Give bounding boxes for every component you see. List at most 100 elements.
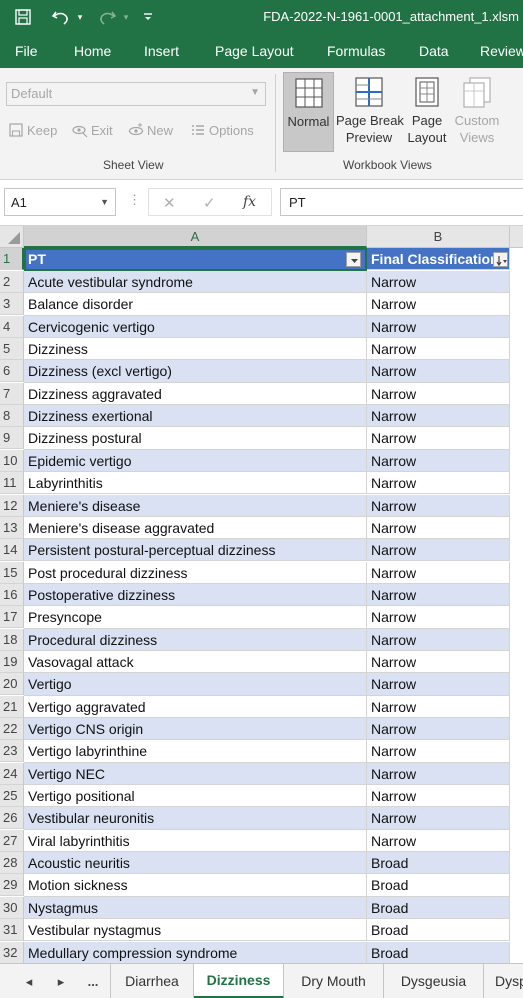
cell-classification[interactable]: Narrow	[367, 293, 510, 316]
cell-classification[interactable]: Narrow	[367, 829, 510, 853]
cell-pt[interactable]: Persistent postural-perceptual dizziness	[24, 539, 367, 562]
row-header[interactable]: 10	[0, 449, 24, 472]
row-header[interactable]: 23	[0, 740, 24, 763]
cell-classification[interactable]: Broad	[367, 941, 510, 963]
column-header-b[interactable]: B	[367, 226, 510, 248]
cell-classification[interactable]: Narrow	[367, 516, 510, 540]
cell-pt[interactable]: Postoperative dizziness	[24, 583, 367, 607]
cell-classification[interactable]: Narrow	[367, 271, 510, 294]
row-header[interactable]: 5	[0, 338, 24, 361]
column-header-a[interactable]: A	[24, 226, 367, 248]
row-header[interactable]: 32	[0, 941, 24, 963]
spreadsheet-grid[interactable]: A B 1 PT Final Classification 2 Acute ves…	[0, 226, 523, 963]
row-header[interactable]: 1	[0, 248, 24, 270]
sheet-tab-dry-mouth[interactable]: Dry Mouth	[284, 964, 384, 998]
options-button[interactable]: Options	[190, 120, 254, 140]
cell-classification[interactable]: Narrow	[367, 673, 510, 696]
cell-pt[interactable]: Vertigo aggravated	[24, 695, 367, 718]
row-header[interactable]: 14	[0, 539, 24, 562]
cell-classification[interactable]: Narrow	[367, 472, 510, 495]
cell-pt[interactable]: Dizziness	[24, 338, 367, 361]
cell-pt[interactable]: Dizziness exertional	[24, 405, 367, 428]
sheet-tab-dysgeusia[interactable]: Dysgeusia	[384, 964, 484, 998]
cell-pt[interactable]: Dizziness postural	[24, 427, 367, 450]
insert-function-icon[interactable]: fx	[243, 194, 256, 210]
cell-classification[interactable]: Narrow	[367, 315, 510, 338]
exit-button[interactable]: Exit	[72, 120, 113, 140]
select-all-button[interactable]	[0, 226, 24, 248]
sheet-tab-dysp[interactable]: Dysp	[484, 964, 523, 998]
cell-classification[interactable]: Narrow	[367, 382, 510, 406]
header-cell-classification[interactable]: Final Classification	[367, 248, 510, 271]
keep-button[interactable]: Keep	[8, 120, 57, 140]
column-header-c[interactable]	[510, 226, 523, 248]
cell-pt[interactable]: Vertigo	[24, 673, 367, 696]
scroll-left-icon[interactable]: ◂	[18, 964, 40, 998]
cell-pt[interactable]: Vertigo CNS origin	[24, 718, 367, 741]
cell-classification[interactable]: Narrow	[367, 628, 510, 651]
sheet-tab-dizziness[interactable]: Dizziness	[194, 964, 284, 998]
cell-pt[interactable]: Vertigo positional	[24, 785, 367, 808]
row-header[interactable]: 26	[0, 807, 24, 830]
cell-pt[interactable]: Nystagmus	[24, 896, 367, 920]
cell-classification[interactable]: Broad	[367, 896, 510, 920]
tab-file[interactable]: File	[15, 34, 38, 68]
scroll-right-icon[interactable]: ▸	[50, 964, 72, 998]
row-header[interactable]: 18	[0, 628, 24, 651]
save-icon[interactable]	[10, 0, 36, 34]
cell-pt[interactable]: Acoustic neuritis	[24, 852, 367, 875]
row-header[interactable]: 9	[0, 427, 24, 450]
cell-pt[interactable]: Cervicogenic vertigo	[24, 315, 367, 338]
cell-classification[interactable]: Narrow	[367, 785, 510, 808]
row-header[interactable]: 8	[0, 405, 24, 428]
cell-pt[interactable]: Acute vestibular syndrome	[24, 271, 367, 294]
row-header[interactable]: 27	[0, 829, 24, 852]
cell-pt[interactable]: Meniere's disease aggravated	[24, 516, 367, 540]
customize-toolbar-icon[interactable]	[138, 0, 158, 34]
cell-pt[interactable]: Dizziness (excl vertigo)	[24, 360, 367, 383]
row-header[interactable]: 24	[0, 762, 24, 785]
cell-pt[interactable]: Medullary compression syndrome	[24, 941, 367, 963]
cell-classification[interactable]: Broad	[367, 874, 510, 897]
cell-classification[interactable]: Narrow	[367, 561, 510, 584]
cell-pt[interactable]: Vertigo labyrinthine	[24, 740, 367, 763]
cell-pt[interactable]: Post procedural dizziness	[24, 561, 367, 584]
row-header[interactable]: 20	[0, 673, 24, 696]
cell-pt[interactable]: Vertigo NEC	[24, 762, 367, 785]
cell-pt[interactable]: Vasovagal attack	[24, 650, 367, 674]
new-button[interactable]: New	[128, 120, 173, 140]
cell-classification[interactable]: Narrow	[367, 807, 510, 830]
cell-classification[interactable]: Narrow	[367, 650, 510, 674]
cell-pt[interactable]: Vestibular nystagmus	[24, 919, 367, 942]
tab-insert[interactable]: Insert	[144, 34, 179, 68]
cell-classification[interactable]: Narrow	[367, 718, 510, 741]
cell-classification[interactable]: Broad	[367, 852, 510, 875]
cell-classification[interactable]: Narrow	[367, 583, 510, 607]
cell-pt[interactable]: Viral labyrinthitis	[24, 829, 367, 853]
row-header[interactable]: 17	[0, 606, 24, 629]
page-layout-view-button[interactable]: Page Layout	[404, 72, 450, 152]
name-box[interactable]: A1 ▼	[4, 188, 116, 216]
row-header[interactable]: 30	[0, 896, 24, 919]
tab-home[interactable]: Home	[74, 34, 111, 68]
row-header[interactable]: 28	[0, 852, 24, 875]
cell-classification[interactable]: Narrow	[367, 338, 510, 361]
tab-data[interactable]: Data	[419, 34, 449, 68]
cell-pt[interactable]: Meniere's disease	[24, 494, 367, 517]
row-header[interactable]: 22	[0, 718, 24, 740]
cell-classification[interactable]: Narrow	[367, 606, 510, 629]
more-sheets-button[interactable]: ...	[80, 964, 106, 998]
cell-pt[interactable]: Motion sickness	[24, 874, 367, 897]
row-header[interactable]: 15	[0, 561, 24, 584]
cell-classification[interactable]: Narrow	[367, 539, 510, 562]
sort-filter-icon[interactable]	[493, 252, 508, 267]
cell-pt[interactable]: Dizziness aggravated	[24, 382, 367, 406]
sheet-view-select[interactable]: Default ▼	[6, 82, 266, 106]
row-header[interactable]: 31	[0, 919, 24, 942]
row-header[interactable]: 2	[0, 271, 24, 293]
cell-pt[interactable]: Balance disorder	[24, 293, 367, 316]
row-header[interactable]: 7	[0, 382, 24, 405]
tab-review[interactable]: Review	[480, 34, 523, 68]
cell-pt[interactable]: Labyrinthitis	[24, 472, 367, 495]
row-header[interactable]: 19	[0, 650, 24, 673]
